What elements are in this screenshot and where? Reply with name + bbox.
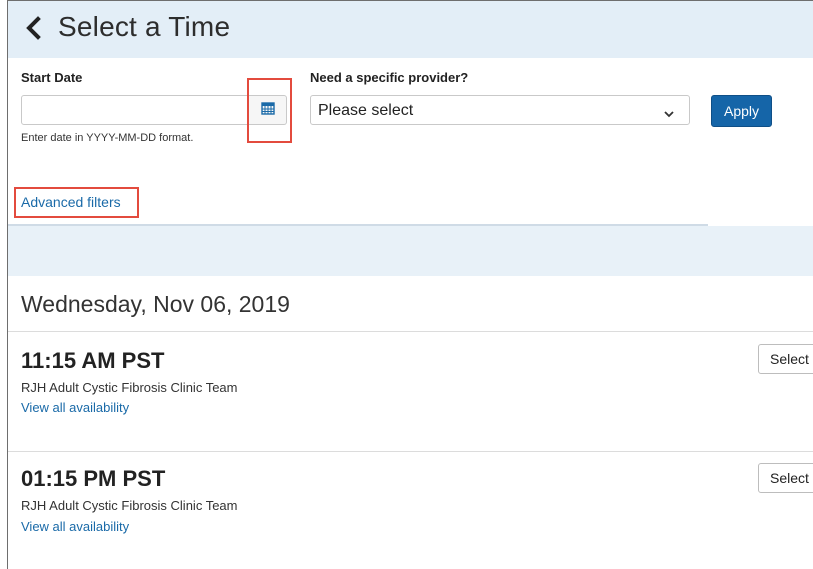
provider-label: Need a specific provider? xyxy=(310,70,469,85)
results-band xyxy=(8,226,813,276)
select-slot-button[interactable]: Select xyxy=(758,463,813,493)
provider-select-value: Please select xyxy=(318,102,414,119)
divider xyxy=(8,331,813,332)
divider xyxy=(8,451,813,452)
filter-section: Start Date Need a specific provider? Ent… xyxy=(8,58,813,224)
start-date-input[interactable] xyxy=(21,95,249,125)
calendar-highlight-box xyxy=(247,78,292,143)
page-header: Select a Time xyxy=(8,1,813,58)
view-all-availability-link[interactable]: View all availability xyxy=(21,519,129,534)
chevron-left-icon[interactable] xyxy=(22,15,46,41)
date-format-hint: Enter date in YYYY-MM-DD format. xyxy=(21,132,194,144)
day-heading: Wednesday, Nov 06, 2019 xyxy=(21,291,290,317)
apply-button[interactable]: Apply xyxy=(711,95,772,127)
slot-team: RJH Adult Cystic Fibrosis Clinic Team xyxy=(21,498,238,513)
slot-team: RJH Adult Cystic Fibrosis Clinic Team xyxy=(21,380,238,395)
provider-select[interactable]: Please select xyxy=(310,95,690,125)
slot-time: 11:15 AM PST xyxy=(21,348,165,373)
chevron-down-icon xyxy=(663,106,675,118)
select-slot-button[interactable]: Select xyxy=(758,344,813,374)
slot-time: 01:15 PM PST xyxy=(21,466,166,491)
scheduling-panel: Select a Time Start Date Need a specific… xyxy=(7,0,813,569)
page-title: Select a Time xyxy=(58,11,231,42)
start-date-label: Start Date xyxy=(21,70,83,85)
view-all-availability-link[interactable]: View all availability xyxy=(21,400,129,415)
advanced-filters-highlight-box xyxy=(14,187,139,218)
